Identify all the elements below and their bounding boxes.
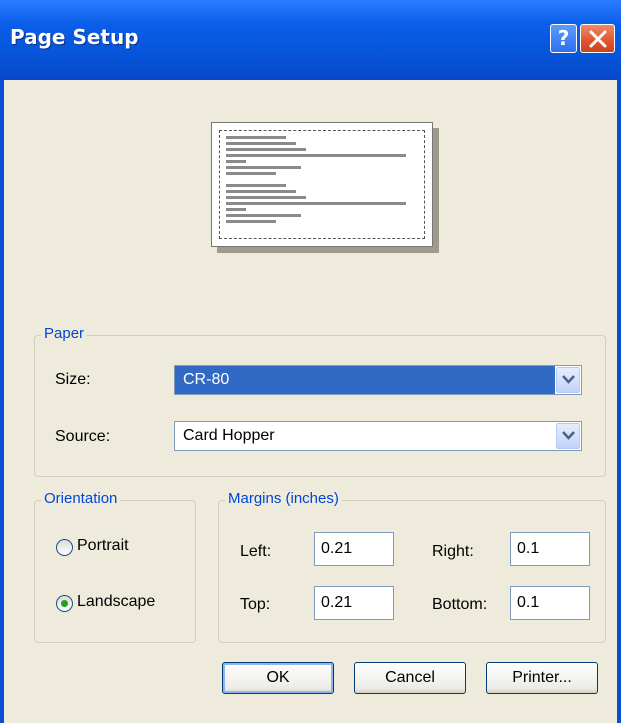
top-margin-input[interactable]: 0.21 <box>314 586 394 620</box>
left-margin-input[interactable]: 0.21 <box>314 532 394 566</box>
close-icon <box>589 30 607 48</box>
source-dropdown-button[interactable] <box>556 423 580 449</box>
chevron-down-icon <box>562 375 575 384</box>
size-dropdown-button[interactable] <box>556 367 580 393</box>
paper-group: Paper <box>34 325 606 477</box>
source-value: Card Hopper <box>183 427 275 444</box>
ok-button[interactable]: OK <box>222 662 334 694</box>
dialog-title: Page Setup <box>10 25 139 49</box>
top-margin-label: Top: <box>240 596 271 613</box>
dialog-body: Paper Size: CR-80 Source: Card Hopper Or… <box>4 80 617 723</box>
preview-margin-outline <box>219 130 425 239</box>
help-button[interactable]: ? <box>550 24 577 53</box>
landscape-radio[interactable] <box>56 595 73 612</box>
printer-button[interactable]: Printer... <box>486 662 598 694</box>
right-margin-input[interactable]: 0.1 <box>510 532 590 566</box>
margins-group: Margins (inches) <box>218 490 606 643</box>
size-label: Size: <box>55 371 91 388</box>
close-button[interactable] <box>580 24 615 53</box>
right-margin-label: Right: <box>432 543 474 560</box>
portrait-radio[interactable] <box>56 539 73 556</box>
paper-legend: Paper <box>41 325 88 342</box>
portrait-label[interactable]: Portrait <box>77 537 129 555</box>
size-value: CR-80 <box>175 366 555 394</box>
orientation-legend: Orientation <box>41 490 121 507</box>
size-dropdown[interactable]: CR-80 <box>174 365 582 395</box>
source-label: Source: <box>55 428 111 445</box>
page-setup-dialog: Page Setup ? Paper Size: CR-80 Source: C… <box>0 0 621 723</box>
cancel-button[interactable]: Cancel <box>354 662 466 694</box>
radio-selected-dot <box>61 600 68 607</box>
chevron-down-icon <box>562 431 575 440</box>
landscape-label[interactable]: Landscape <box>77 593 155 611</box>
left-margin-label: Left: <box>240 543 272 560</box>
bottom-margin-input[interactable]: 0.1 <box>510 586 590 620</box>
page-preview <box>211 122 433 247</box>
margins-legend: Margins (inches) <box>225 490 342 507</box>
bottom-margin-label: Bottom: <box>432 596 488 613</box>
orientation-group: Orientation <box>34 490 196 643</box>
title-bar[interactable]: Page Setup ? <box>0 0 621 80</box>
source-dropdown[interactable]: Card Hopper <box>174 421 582 451</box>
